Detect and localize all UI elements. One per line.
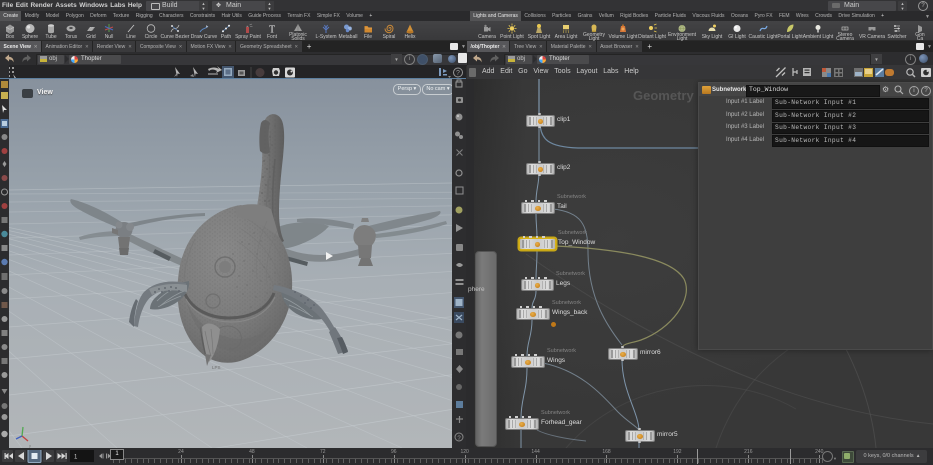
svg-text:T: T [269,24,275,34]
svg-text:LPS: LPS [212,365,221,370]
svg-text:?: ? [456,70,460,77]
